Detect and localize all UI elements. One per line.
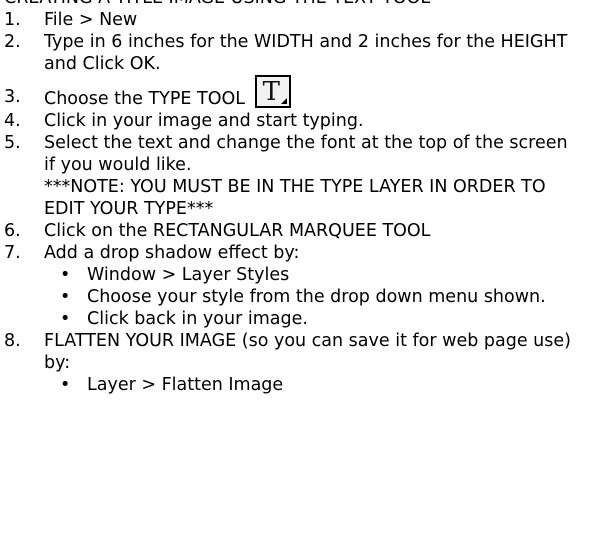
step-4: 4. Click in your image and start typing. <box>0 110 584 132</box>
sub-item: • Window > Layer Styles <box>44 264 584 286</box>
step-2: 2. Type in 6 inches for the WIDTH and 2 … <box>0 31 584 75</box>
step-number: 1. <box>4 10 21 30</box>
step-6: 6. Click on the RECTANGULAR MARQUEE TOOL <box>0 220 584 242</box>
step-text: Click on the RECTANGULAR MARQUEE TOOL <box>44 221 431 241</box>
step-text: Click in your image and start typing. <box>44 111 364 131</box>
sub-item-text: Layer > Flatten Image <box>87 375 284 395</box>
step-number: 3. <box>4 87 21 107</box>
step-text: Select the text and change the font at t… <box>44 133 568 175</box>
type-tool-glyph: T <box>262 77 280 107</box>
sub-item-text: Click back in your image. <box>87 309 308 329</box>
step-text: File > New <box>44 10 138 30</box>
step-text: Choose the TYPE TOOL <box>44 89 245 109</box>
step-7: 7. Add a drop shadow effect by: • Window… <box>0 242 584 330</box>
steps-list: 1. File > New 2. Type in 6 inches for th… <box>0 9 591 396</box>
bullet-icon: • <box>60 287 71 307</box>
sub-list: • Layer > Flatten Image <box>44 374 584 396</box>
step-number: 2. <box>4 32 21 52</box>
step-5: 5. Select the text and change the font a… <box>0 132 584 220</box>
step-text: FLATTEN YOUR IMAGE (so you can save it f… <box>44 331 571 373</box>
sub-item: • Choose your style from the drop down m… <box>44 286 584 308</box>
sub-item: • Layer > Flatten Image <box>44 374 584 396</box>
step-number: 4. <box>4 111 21 131</box>
sub-item: • Click back in your image. <box>44 308 584 330</box>
step-number: 6. <box>4 221 21 241</box>
page-heading: CREATING A TITLE IMAGE USING THE TEXT TO… <box>4 0 584 9</box>
bullet-icon: • <box>60 375 71 395</box>
step-number: 8. <box>4 331 21 351</box>
step-3: 3. Choose the TYPE TOOL T <box>0 75 584 110</box>
step-1: 1. File > New <box>0 9 584 31</box>
step-text: Type in 6 inches for the WIDTH and 2 inc… <box>44 32 568 74</box>
bullet-icon: • <box>60 265 71 285</box>
step-note: ***NOTE: YOU MUST BE IN THE TYPE LAYER I… <box>44 177 546 219</box>
sub-item-text: Choose your style from the drop down men… <box>87 287 546 307</box>
sub-item-text: Window > Layer Styles <box>87 265 290 285</box>
step-8: 8. FLATTEN YOUR IMAGE (so you can save i… <box>0 330 584 396</box>
step-number: 7. <box>4 243 21 263</box>
step-text: Add a drop shadow effect by: <box>44 243 300 263</box>
bullet-icon: • <box>60 309 71 329</box>
corner-triangle-icon <box>280 98 287 104</box>
step-number: 5. <box>4 133 21 153</box>
sub-list: • Window > Layer Styles • Choose your st… <box>44 264 584 330</box>
type-tool-icon: T <box>254 75 291 108</box>
